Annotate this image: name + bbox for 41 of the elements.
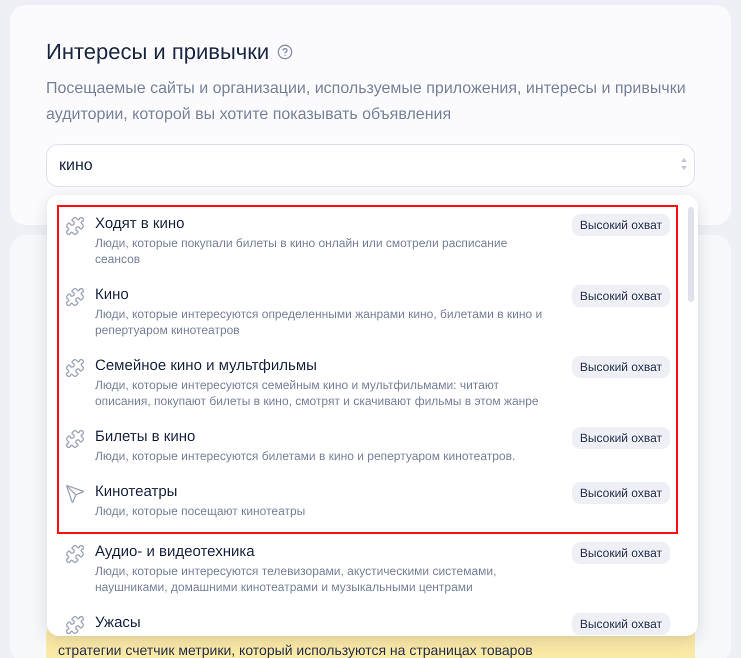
spinner-icon[interactable] [681, 158, 687, 170]
scrollbar[interactable] [688, 207, 694, 302]
suggestion-item[interactable]: Ходят в кино Люди, которые покупали билеты в кино онлайн или смотрели расписание сеансов Высокий охват [61, 208, 674, 279]
puzzle-icon [65, 358, 85, 378]
puzzle-icon [65, 287, 85, 307]
puzzle-icon [65, 429, 85, 449]
suggestion-description: Люди, которые интересуются семейным кино и мультфильмами: читают описания, покупают билеты в кино, смотрят и скачивают фильмы в этом жанре [95, 377, 540, 409]
suggestion-description: Люди, которые интересуются определенными жанрами кино, билетами в кино и репертуаром кинотеатров [95, 306, 544, 338]
suggestion-title: Семейное кино и мультфильмы [95, 356, 318, 376]
suggestion-title: Билеты в кино [95, 427, 196, 447]
suggestion-item[interactable]: Кинотеатры Люди, которые посещают кинотеатры Высокий охват [61, 476, 674, 531]
section-title: Интересы и привычки [46, 38, 270, 66]
suggestion-title: Ходят в кино [95, 214, 186, 234]
suggestion-item[interactable]: Кино Люди, которые интересуются определенными жанрами кино, билетами в кино и репертуаром кинотеатров Высокий охват [61, 279, 674, 350]
search-field[interactable]: кино [46, 144, 695, 187]
puzzle-icon [65, 615, 85, 635]
suggestion-description: Люди, которые интересуются телевизорами, акустическими системами, наушниками, домашними кинотеатрами и музыкальными центрами [95, 563, 498, 595]
reach-badge: Высокий охват [572, 214, 670, 236]
suggestion-title: Кино [95, 285, 130, 305]
reach-badge: Высокий охват [572, 613, 670, 635]
suggestion-title: Ужасы [95, 613, 142, 633]
suggestion-item[interactable]: Семейное кино и мультфильмы Люди, которые интересуются семейным кино и мультфильмами: читают описания, покупают билеты в кино, смотрят и скачивают фильмы в этом жанре Высокий охват [61, 350, 674, 421]
reach-badge: Высокий охват [572, 542, 670, 564]
suggestion-title: Аудио- и видеотехника [95, 542, 256, 562]
suggestion-description: Люди, которые покупали билеты в кино онлайн или смотрели расписание сеансов [95, 235, 508, 267]
suggestion-item[interactable]: Билеты в кино Люди, которые интересуются билетами в кино и репертуаром кинотеатров. Высокий охват [61, 421, 674, 476]
puzzle-icon [65, 544, 85, 564]
section-description: Посещаемые сайты и организации, используемые приложения, интересы и привычки аудитории, которой вы хотите показывать объявления [46, 79, 687, 125]
suggestion-title: Кинотеатры [95, 482, 178, 502]
suggestion-item[interactable]: Ужасы Высокий охват [61, 607, 674, 636]
reach-badge: Высокий охват [572, 427, 670, 449]
suggestion-description: Люди, которые посещают кинотеатры [95, 503, 306, 519]
reach-badge: Высокий охват [572, 285, 670, 307]
puzzle-icon [65, 216, 85, 236]
reach-badge: Высокий охват [572, 356, 670, 378]
suggestion-item[interactable]: Аудио- и видеотехника Люди, которые интересуются телевизорами, акустическими системами, наушниками, домашними кинотеатрами и музыкальными центрами Высокий охват [61, 536, 674, 607]
reach-badge: Высокий охват [572, 482, 670, 504]
help-icon[interactable] [277, 44, 294, 60]
banner-text: стратегии счетчик метрики, который используются на страницах товаров [58, 643, 533, 658]
suggestion-description: Люди, которые интересуются билетами в кино и репертуаром кинотеатров. [95, 448, 516, 464]
arrow-icon [65, 484, 85, 504]
